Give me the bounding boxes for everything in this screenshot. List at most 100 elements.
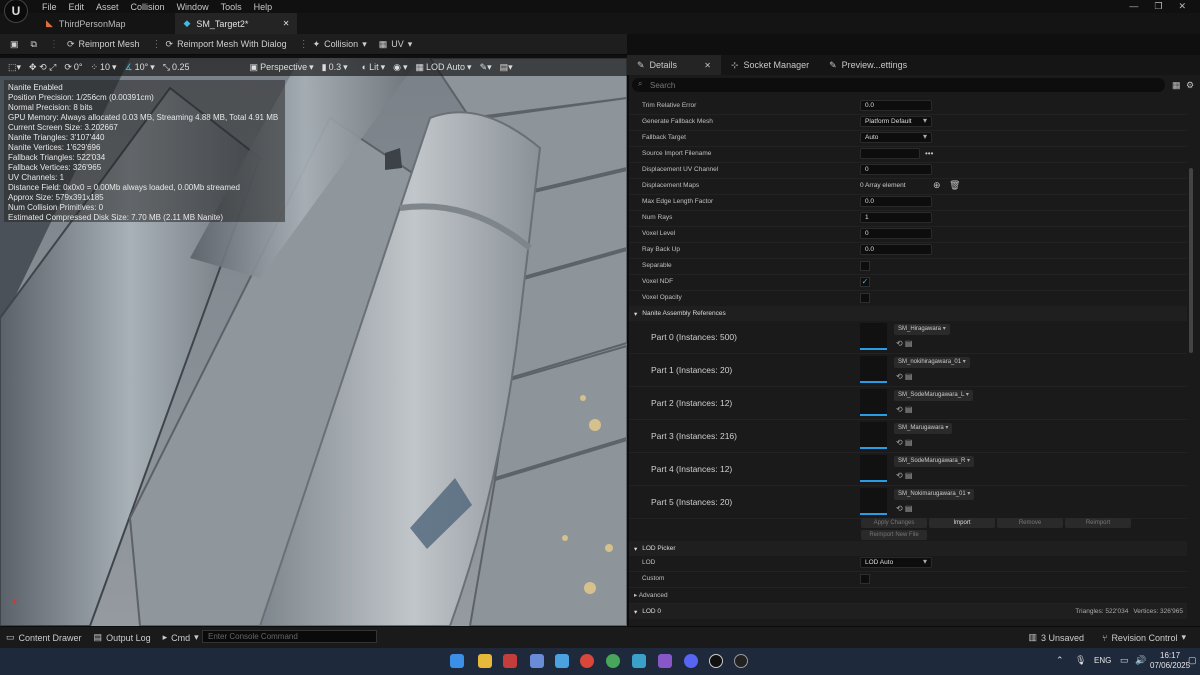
language-indicator[interactable]: ENG <box>1094 656 1111 665</box>
lod-dropdown[interactable]: LOD Auto <box>860 557 932 568</box>
unsaved-button[interactable]: ▥ 3 Unsaved <box>1028 632 1084 643</box>
volume-icon[interactable]: 🔊 <box>1135 655 1146 666</box>
menu-asset[interactable]: Asset <box>96 2 119 12</box>
browse-icon[interactable]: ⧉ <box>31 39 37 50</box>
clock[interactable]: 16:17 07/06/2025 <box>1150 651 1190 671</box>
view-mode-dropdown[interactable]: ◐ Lit ▾ <box>362 62 385 73</box>
network-icon[interactable]: ▭ <box>1120 655 1129 666</box>
app-icon[interactable] <box>503 654 517 668</box>
app-icon[interactable] <box>530 654 544 668</box>
mesh-dropdown[interactable]: SM_Hiragawara <box>894 324 950 335</box>
prop-dropdown[interactable]: Auto <box>860 132 932 143</box>
voxel-opacity-checkbox[interactable] <box>860 293 870 303</box>
prop-value[interactable]: 0.0 <box>860 244 932 255</box>
visual-studio-icon[interactable] <box>658 654 672 668</box>
chrome-icon[interactable] <box>580 654 594 668</box>
mesh-thumbnail[interactable] <box>860 488 887 515</box>
collision-dropdown[interactable]: ✦ Collision ▾ <box>313 39 367 50</box>
notification-icon[interactable]: ▢ <box>1188 655 1197 666</box>
windows-start-icon[interactable] <box>450 654 464 668</box>
menu-help[interactable]: Help <box>254 2 273 12</box>
tab-preview-settings[interactable]: ✎ Preview...ettings <box>819 55 917 75</box>
tab-thirdpersonmap[interactable]: ◣ ThirdPersonMap <box>38 13 133 34</box>
mesh-thumbnail[interactable] <box>860 356 887 383</box>
perspective-dropdown[interactable]: ▣ Perspective ▾ <box>250 62 314 73</box>
select-mode-icon[interactable]: ⬚▾ <box>8 62 21 73</box>
menu-tools[interactable]: Tools <box>221 2 242 12</box>
show-dropdown[interactable]: ◉ ▾ <box>393 62 407 73</box>
custom-checkbox[interactable] <box>860 574 870 584</box>
app-icon[interactable] <box>555 654 569 668</box>
reimport-new-file-button[interactable]: Reimport New File <box>861 530 927 540</box>
section-lod0[interactable]: ▾ LOD 0 Triangles: 522'034 Vertices: 326'96… <box>629 604 1187 619</box>
layout-icon[interactable]: ▤▾ <box>500 62 513 73</box>
gear-icon[interactable]: ⚙ <box>1186 80 1194 91</box>
output-log-button[interactable]: ▤ Output Log <box>94 632 151 643</box>
options-icon[interactable]: ✎▾ <box>480 62 492 73</box>
import-button[interactable]: Import <box>929 518 995 528</box>
maximize-icon[interactable]: ❐ <box>1154 1 1162 12</box>
part-actions-icon[interactable]: ⟲ ▤ <box>896 471 912 480</box>
chevron-up-icon[interactable]: ⌃ <box>1056 655 1064 666</box>
minimize-icon[interactable]: — <box>1129 1 1138 12</box>
menu-edit[interactable]: Edit <box>69 2 85 12</box>
part-actions-icon[interactable]: ⟲ ▤ <box>896 504 912 513</box>
part-actions-icon[interactable]: ⟲ ▤ <box>896 405 912 414</box>
console-command-input[interactable]: Enter Console Command <box>202 630 377 643</box>
reimport-dialog-button[interactable]: ⟳ Reimport Mesh With Dialog <box>166 39 287 50</box>
mesh-dropdown[interactable]: SM_nokihiragawara_01 <box>894 357 970 368</box>
lod-dropdown[interactable]: ▦ LOD Auto ▾ <box>416 62 472 73</box>
revision-control-button[interactable]: ⑂ Revision Control ▾ <box>1102 632 1186 643</box>
mesh-dropdown[interactable]: SM_Marugawara <box>894 423 953 434</box>
reimport-mesh-button[interactable]: ⟳ Reimport Mesh <box>67 39 140 50</box>
menu-window[interactable]: Window <box>177 2 209 12</box>
file-explorer-icon[interactable] <box>478 654 492 668</box>
app-icon[interactable] <box>734 654 748 668</box>
chrome-icon[interactable] <box>606 654 620 668</box>
remove-button[interactable]: Remove <box>997 518 1063 528</box>
unreal-logo-icon[interactable]: U <box>4 0 28 23</box>
details-search-input[interactable]: ⌕ Search <box>632 78 1165 92</box>
cmd-dropdown[interactable]: ▸ Cmd ▾ <box>163 632 199 643</box>
details-scrollbar[interactable] <box>1189 168 1193 353</box>
discord-icon[interactable] <box>684 654 698 668</box>
separable-checkbox[interactable] <box>860 261 870 271</box>
mesh-dropdown[interactable]: SM_SodeMarugawara_L <box>894 390 973 401</box>
transform-icon[interactable]: ✥ ⟲ ⤢ <box>29 62 56 73</box>
prop-value[interactable]: 0 <box>860 228 932 239</box>
browse-ellipsis-icon[interactable]: ••• <box>925 149 933 158</box>
microphone-icon[interactable]: 🎙 <box>1075 655 1086 666</box>
mesh-thumbnail[interactable] <box>860 455 887 482</box>
prop-dropdown[interactable]: Platform Default <box>860 116 932 127</box>
section-lod-picker[interactable]: ▾ LOD Picker <box>629 541 1187 556</box>
part-actions-icon[interactable]: ⟲ ▤ <box>896 372 912 381</box>
reimport-button[interactable]: Reimport <box>1065 518 1131 528</box>
close-tab-icon[interactable]: ✕ <box>283 19 290 28</box>
prop-value[interactable]: 1 <box>860 212 932 223</box>
scale-snap[interactable]: ⤡ 0.25 <box>163 62 190 73</box>
prop-value[interactable]: 0.0 <box>860 196 932 207</box>
add-element-icon[interactable]: ⊕ <box>933 180 941 191</box>
section-nanite-assembly[interactable]: ▾ Nanite Assembly References <box>629 306 1187 321</box>
angle-snap[interactable]: ∡ 10° ▾ <box>125 62 155 73</box>
photos-icon[interactable] <box>632 654 646 668</box>
part-actions-icon[interactable]: ⟲ ▤ <box>896 438 912 447</box>
content-drawer-button[interactable]: ▭ Content Drawer <box>6 632 82 643</box>
menu-file[interactable]: File <box>42 2 57 12</box>
grid-snap[interactable]: ⁘ 10 ▾ <box>90 62 116 73</box>
mesh-thumbnail[interactable] <box>860 323 887 350</box>
menu-collision[interactable]: Collision <box>131 2 165 12</box>
prop-advanced[interactable]: ▸ Advanced <box>629 588 1187 604</box>
uv-dropdown[interactable]: ▦ UV ▾ <box>379 39 413 50</box>
mesh-thumbnail[interactable] <box>860 422 887 449</box>
prop-value[interactable] <box>860 148 920 159</box>
part-actions-icon[interactable]: ⟲ ▤ <box>896 339 912 348</box>
voxel-ndf-checkbox[interactable]: ✓ <box>860 277 870 287</box>
mesh-dropdown[interactable]: SM_SodeMarugawara_R <box>894 456 975 467</box>
camera-speed[interactable]: ▮ 0.3 ▾ <box>322 62 348 73</box>
prop-value[interactable]: 0.0 <box>860 100 932 111</box>
trash-icon[interactable]: 🗑 <box>949 180 960 191</box>
tab-details[interactable]: ✎ Details ✕ <box>627 55 721 75</box>
unreal-engine-icon[interactable] <box>709 654 723 668</box>
close-tab-icon[interactable]: ✕ <box>704 61 711 70</box>
